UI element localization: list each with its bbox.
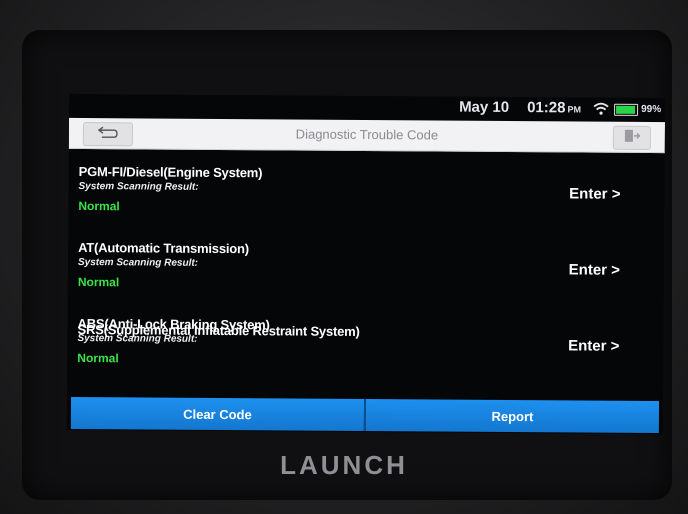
status-time: 01:28 PM <box>527 99 581 116</box>
battery-percent: 99% <box>641 103 662 116</box>
system-item-abs[interactable]: ABS(Anti-Lock Braking System) System Sca… <box>67 306 664 386</box>
system-list: PGM-FI/Diesel(Engine System) System Scan… <box>67 154 665 386</box>
report-button[interactable]: Report <box>365 399 660 434</box>
exit-button[interactable] <box>612 125 651 150</box>
system-name: AT(Automatic Transmission) <box>78 239 249 257</box>
system-name: PGM-FI/Diesel(Engine System) <box>78 163 263 181</box>
scan-result-status: Normal <box>78 198 120 214</box>
action-button-bar: Clear Code Report <box>70 396 660 434</box>
enter-button[interactable]: Enter > <box>569 261 620 278</box>
title-bar: Diagnostic Trouble Code <box>68 117 665 154</box>
system-item-engine[interactable]: PGM-FI/Diesel(Engine System) System Scan… <box>68 154 665 234</box>
system-item-transmission[interactable]: AT(Automatic Transmission) System Scanni… <box>68 230 665 310</box>
enter-button[interactable]: Enter > <box>568 337 619 354</box>
enter-button[interactable]: Enter > <box>569 185 620 202</box>
scan-result-label: System Scanning Result: <box>77 256 199 269</box>
device-screen: May 10 01:28 PM 99% Diagnostic Trouble C… <box>66 93 666 435</box>
scan-result-label: System Scanning Result: <box>78 180 199 193</box>
brand-logo: LAUNCH <box>280 450 408 480</box>
device-bezel: May 10 01:28 PM 99% Diagnostic Trouble C… <box>0 0 688 514</box>
status-ampm: PM <box>567 104 581 115</box>
status-date: May 10 <box>459 98 510 116</box>
scan-result-status: Normal <box>77 350 119 366</box>
clear-code-button[interactable]: Clear Code <box>70 396 365 431</box>
wifi-icon <box>593 102 609 120</box>
battery-fill <box>616 105 636 114</box>
status-bar: May 10 01:28 PM 99% <box>69 94 665 120</box>
scan-result-status: Normal <box>77 274 120 290</box>
status-time-value: 01:28 <box>527 99 566 117</box>
system-item-srs-partial[interactable]: SRS(Supplemental Inflatable Restraint Sy… <box>77 322 359 339</box>
battery-icon <box>614 103 639 116</box>
page-title: Diagnostic Trouble Code <box>295 126 439 143</box>
exit-door-icon <box>623 128 641 147</box>
